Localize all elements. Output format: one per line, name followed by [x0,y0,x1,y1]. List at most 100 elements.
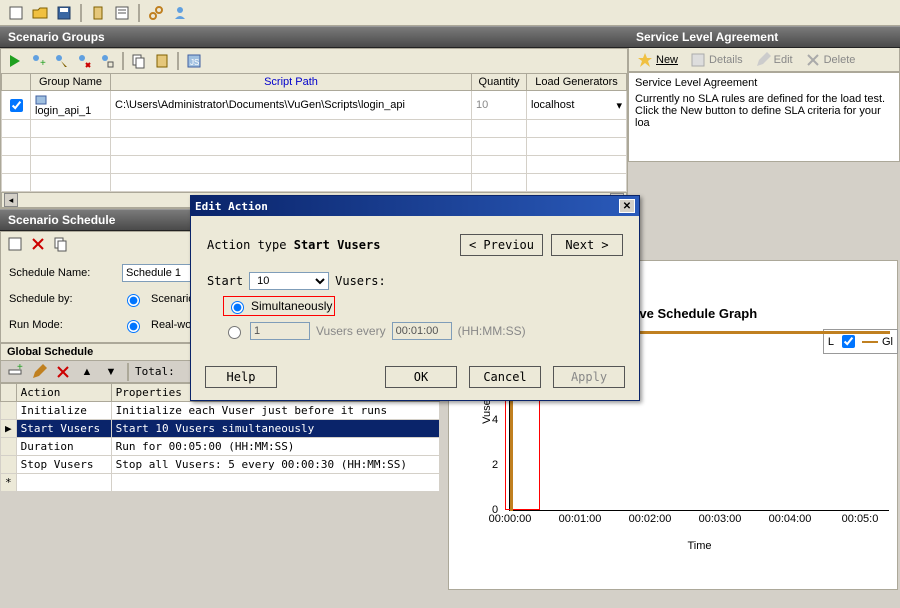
apply-button: Apply [553,366,625,388]
col-loadgen[interactable]: Load Generators [527,74,627,91]
schedule-name-input[interactable] [122,264,192,282]
every-count-input [250,322,310,340]
x-tick: 00:03:00 [699,513,742,525]
row-checkbox[interactable] [10,99,23,112]
copy-schedule-icon[interactable] [51,234,71,254]
move-down-icon[interactable]: ▼ [101,362,121,382]
close-icon[interactable]: ✕ [619,199,635,213]
script-icon[interactable]: JS [184,51,204,71]
cell-props: Run for 00:05:00 (HH:MM:SS) [111,438,439,456]
row-marker-header [1,384,17,402]
cell-action [16,474,111,492]
cell-action: Start Vusers [16,420,111,438]
cell-props: Initialize each Vuser just before it run… [111,402,439,420]
separator [177,52,179,70]
x-tick: 00:00:00 [489,513,532,525]
vusers-label: Vusers: [335,274,386,288]
table-row[interactable]: Stop Vusers Stop all Vusers: 5 every 00:… [1,456,440,474]
cell-action: Stop Vusers [16,456,111,474]
table-row[interactable]: Duration Run for 00:05:00 (HH:MM:SS) [1,438,440,456]
pencil-icon [755,52,771,68]
scroll-left-icon[interactable]: ◂ [4,193,18,207]
play-icon[interactable] [5,51,25,71]
sla-line2: Click the New button to define SLA crite… [635,105,893,129]
x-tick: 00:04:00 [769,513,812,525]
copy-icon[interactable] [129,51,149,71]
scenario-groups-panel: + JS Group Name Script Path Quantity Loa… [0,48,628,209]
dialog-button-row: Help OK Cancel Apply [191,358,639,400]
sla-title: Service Level Agreement [628,26,900,48]
add-user-icon[interactable]: + [28,51,48,71]
users-icon[interactable] [170,3,190,23]
left-column: Scenario Groups + JS Group Name Script P… [0,26,628,209]
simultaneously-option[interactable]: Simultaneously [223,296,335,316]
cell-action: Duration [16,438,111,456]
sla-toolbar: New Details Edit Delete [628,48,900,72]
schedule-name-label: Schedule Name: [9,267,114,279]
groups-table: Group Name Script Path Quantity Load Gen… [1,73,627,192]
every-radio[interactable] [228,326,241,339]
main-row: Scenario Groups + JS Group Name Script P… [0,26,900,209]
col-script[interactable]: Script Path [111,74,472,91]
y-tick: 2 [492,459,498,471]
col-quantity[interactable]: Quantity [472,74,527,91]
edit-action-dialog: Edit Action ✕ Action type Start Vusers <… [190,195,640,401]
open-icon[interactable] [30,3,50,23]
delete-icon [805,52,821,68]
schedule-by-value: Scenario [151,293,194,305]
col-action[interactable]: Action [16,384,111,402]
dialog-titlebar[interactable]: Edit Action ✕ [191,196,639,216]
edit-user-icon[interactable] [51,51,71,71]
table-row[interactable]: login_api_1 C:\Users\Administrator\Docum… [2,91,627,120]
table-row[interactable]: Initialize Initialize each Vuser just be… [1,402,440,420]
properties-icon[interactable] [112,3,132,23]
new-schedule-icon[interactable] [5,234,25,254]
col-group[interactable]: Group Name [31,74,111,91]
remove-user-icon[interactable] [74,51,94,71]
x-tick: 00:02:00 [629,513,672,525]
run-mode-label: Run Mode: [9,319,114,331]
delete-schedule-icon[interactable] [28,234,48,254]
table-row[interactable]: * [1,474,440,492]
paste-icon[interactable] [152,51,172,71]
hms-label: (HH:MM:SS) [458,324,526,338]
start-label: Start [207,274,243,288]
svg-text:JS: JS [190,58,199,67]
action-type-label: Action type [207,238,286,252]
edit-row-icon[interactable] [29,362,49,382]
schedule-by-label: Schedule by: [9,293,114,305]
move-up-icon[interactable]: ▲ [77,362,97,382]
ok-button[interactable]: OK [385,366,457,388]
main-toolbar [0,0,900,26]
link-icon[interactable] [146,3,166,23]
simul-radio[interactable] [231,301,244,314]
y-tick: 4 [492,414,498,426]
sla-details-button: Details [690,52,743,68]
cell-quantity: 10 [472,91,527,120]
delete-row-icon[interactable] [53,362,73,382]
start-vusers-select[interactable]: 10 [249,272,329,290]
run-mode-radio[interactable] [127,320,140,333]
sla-message-box: Service Level Agreement Currently no SLA… [628,72,900,162]
svg-text:+: + [17,364,23,373]
schedule-by-radio[interactable] [127,294,140,307]
svg-text:+: + [40,58,46,69]
help-button[interactable]: Help [205,366,277,388]
x-axis-label: Time [687,540,711,552]
toolbar-separator [138,4,140,22]
save-icon[interactable] [54,3,74,23]
cancel-button[interactable]: Cancel [469,366,541,388]
dialog-title: Edit Action [195,200,268,213]
table-row[interactable]: ▶ Start Vusers Start 10 Vusers simultane… [1,420,440,438]
next-button[interactable]: Next > [551,234,623,256]
previous-button[interactable]: < Previou [460,234,543,256]
cell-action: Initialize [16,402,111,420]
new-icon[interactable] [6,3,26,23]
add-row-icon[interactable]: + [5,362,25,382]
sla-new-button[interactable]: New [637,52,678,68]
scenario-groups-toolbar: + JS [1,49,627,73]
clipboard-icon[interactable] [88,3,108,23]
cell-group: login_api_1 [31,91,111,120]
user-details-icon[interactable] [97,51,117,71]
right-column: Service Level Agreement New Details Edit… [628,26,900,209]
